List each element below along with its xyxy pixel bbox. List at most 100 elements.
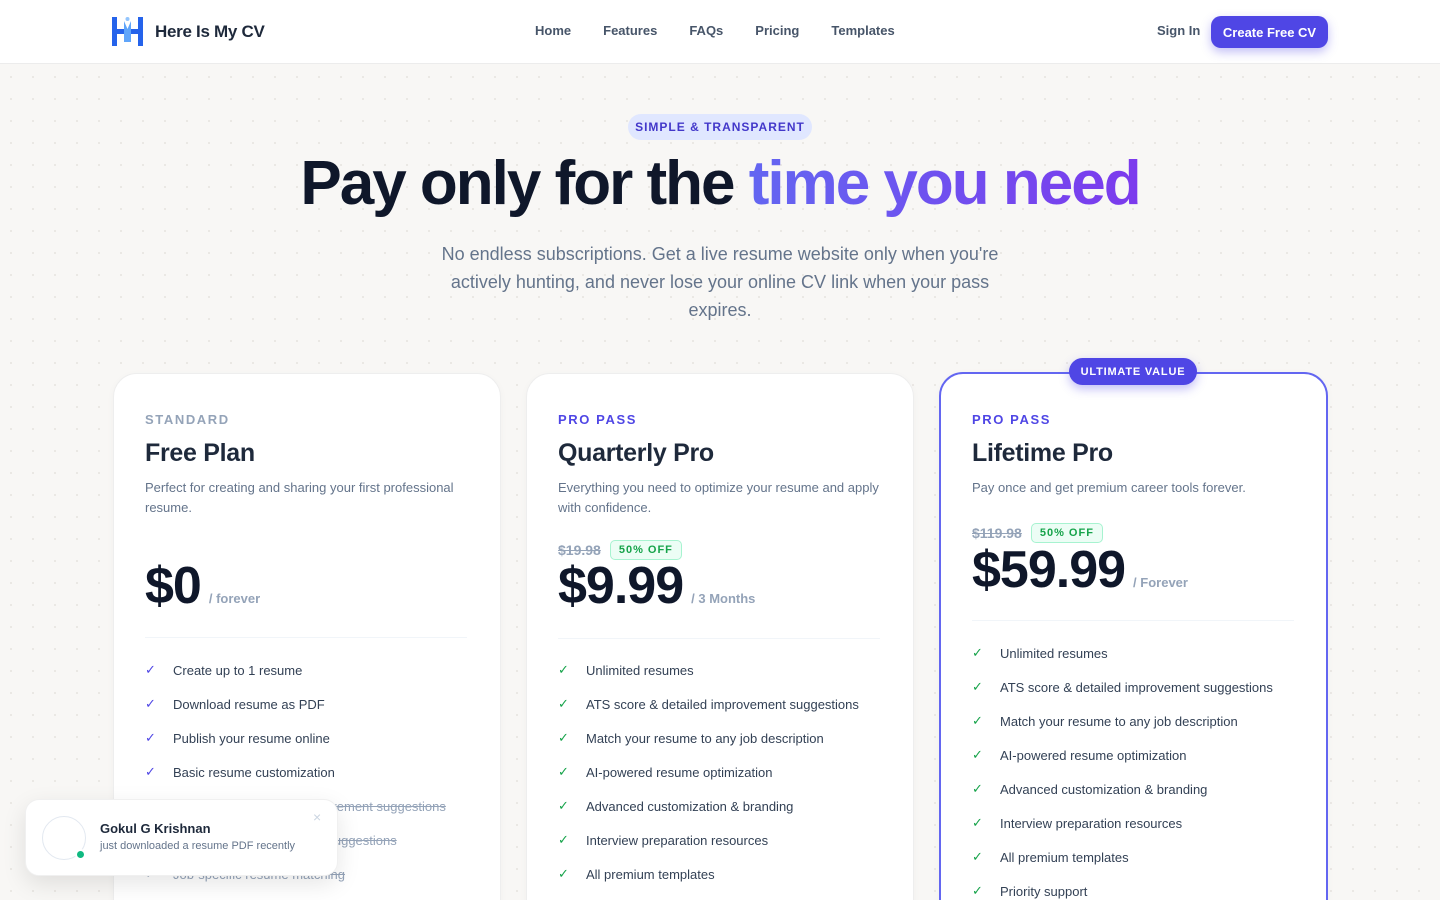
check-icon: ✓ bbox=[145, 662, 156, 677]
feature-text: Match your resume to any job description bbox=[1000, 713, 1238, 729]
feature-item: ✓ Interview preparation resources bbox=[558, 823, 859, 857]
section-pill: SIMPLE & TRANSPARENT bbox=[628, 114, 812, 140]
feature-item: ✓ Match your resume to any job descriptio… bbox=[972, 704, 1273, 738]
feature-list: ✓ Unlimited resumes ✓ ATS score & detailed… bbox=[558, 653, 859, 891]
feature-text: Download resume as PDF bbox=[173, 696, 325, 712]
nav-link-pricing[interactable]: Pricing bbox=[755, 23, 799, 38]
feature-text: ATS score & detailed improvement suggest… bbox=[586, 696, 859, 712]
feature-item: ✓ Advanced customization & branding bbox=[558, 789, 859, 823]
plan-price: $9.99 bbox=[558, 557, 684, 615]
hero-title-accent: time you need bbox=[748, 149, 1142, 218]
plan-period: / 3 Months bbox=[691, 591, 756, 606]
hero-title: Pay only for the time you need bbox=[0, 148, 1440, 219]
download-notification-toast: Gokul G Krishnan just downloaded a resum… bbox=[25, 799, 338, 876]
check-icon: ✓ bbox=[558, 764, 569, 779]
close-icon[interactable]: × bbox=[313, 809, 321, 825]
feature-text: Advanced customization & branding bbox=[586, 798, 794, 814]
feature-text: Interview preparation resources bbox=[1000, 815, 1183, 831]
plan-description: Perfect for creating and sharing your fi… bbox=[145, 480, 454, 515]
pricing-card-quarterly: PRO PASS Quarterly Pro Everything you ne… bbox=[526, 373, 914, 900]
nav-link-home[interactable]: Home bbox=[535, 23, 571, 38]
check-icon: ✓ bbox=[558, 866, 569, 881]
plan-tier: STANDARD bbox=[145, 412, 230, 427]
feature-item: ✓ Advanced customization & branding bbox=[972, 772, 1273, 806]
feature-text: Advanced customization & branding bbox=[1000, 781, 1208, 797]
feature-text: Basic resume customization bbox=[173, 764, 335, 780]
plan-name: Quarterly Pro bbox=[558, 439, 714, 467]
plan-description: Everything you need to optimize your res… bbox=[558, 480, 879, 515]
feature-item: ✓ Interview preparation resources bbox=[972, 806, 1273, 840]
hero-subtitle: No endless subscriptions. Get a live res… bbox=[441, 244, 999, 320]
brand-logo[interactable]: Here Is My CV bbox=[111, 15, 265, 48]
pricing-card-lifetime: PRO PASS Lifetime Pro Pay once and get p… bbox=[939, 372, 1328, 900]
feature-list: ✓ Unlimited resumes ✓ ATS score & detailed… bbox=[972, 636, 1273, 900]
feature-item: ✓ Unlimited resumes bbox=[972, 636, 1273, 670]
check-icon: ✓ bbox=[558, 696, 569, 711]
check-icon: ✓ bbox=[972, 815, 983, 830]
feature-item: ✓ Priority support bbox=[972, 874, 1273, 900]
price-row: $9.99 / 3 Months bbox=[558, 556, 755, 616]
online-status-icon bbox=[75, 849, 86, 860]
feature-item: ✓ AI-powered resume optimization bbox=[972, 738, 1273, 772]
feature-item: ✓ Unlimited resumes bbox=[558, 653, 859, 687]
feature-text: All premium templates bbox=[586, 866, 715, 882]
feature-text: Create up to 1 resume bbox=[173, 662, 303, 678]
price-row: $0 / forever bbox=[145, 556, 260, 616]
feature-text: Publish your resume online bbox=[173, 730, 330, 746]
sign-in-link[interactable]: Sign In bbox=[1157, 23, 1200, 38]
check-icon: ✓ bbox=[558, 798, 569, 813]
toast-user-name: Gokul G Krishnan bbox=[100, 821, 211, 836]
feature-item: ✓ Create up to 1 resume bbox=[145, 653, 446, 687]
create-free-cv-button[interactable]: Create Free CV bbox=[1211, 16, 1328, 48]
divider bbox=[972, 620, 1294, 621]
feature-item: ✓ ATS score & detailed improvement sugges… bbox=[972, 670, 1273, 704]
check-icon: ✓ bbox=[145, 730, 156, 745]
feature-text: AI-powered resume optimization bbox=[586, 764, 773, 780]
feature-item: ✓ Publish your resume online bbox=[145, 721, 446, 755]
feature-text: Unlimited resumes bbox=[586, 662, 694, 678]
check-icon: ✓ bbox=[972, 781, 983, 796]
price-row: $59.99 / Forever bbox=[972, 540, 1188, 600]
check-icon: ✓ bbox=[972, 747, 983, 762]
feature-item: ✓ AI-powered resume optimization bbox=[558, 755, 859, 789]
plan-description: Pay once and get premium career tools fo… bbox=[972, 480, 1246, 495]
plan-period: / Forever bbox=[1133, 575, 1188, 590]
plan-name: Free Plan bbox=[145, 439, 255, 467]
check-icon: ✓ bbox=[145, 696, 156, 711]
plan-tier: PRO PASS bbox=[972, 412, 1052, 427]
feature-text: AI-powered resume optimization bbox=[1000, 747, 1187, 763]
feature-item: ✓ Match your resume to any job descriptio… bbox=[558, 721, 859, 755]
check-icon: ✓ bbox=[972, 713, 983, 728]
plan-period: / forever bbox=[208, 591, 261, 606]
nav-link-features[interactable]: Features bbox=[603, 23, 657, 38]
feature-item: ✓ All premium templates bbox=[558, 857, 859, 891]
divider bbox=[558, 638, 880, 639]
top-nav: Here Is My CV Home Features FAQs Pricing… bbox=[0, 0, 1440, 64]
nav-link-templates[interactable]: Templates bbox=[831, 23, 894, 38]
main-nav: Home Features FAQs Pricing Templates bbox=[535, 23, 927, 38]
old-price: $119.98 bbox=[972, 525, 1022, 541]
ultimate-value-badge: ULTIMATE VALUE bbox=[1069, 358, 1197, 385]
check-icon: ✓ bbox=[145, 764, 156, 779]
feature-text: Match your resume to any job description bbox=[586, 730, 824, 746]
check-icon: ✓ bbox=[558, 832, 569, 847]
feature-item: ✓ ATS score & detailed improvement sugges… bbox=[558, 687, 859, 721]
plan-price: $59.99 bbox=[972, 541, 1126, 599]
feature-text: All premium templates bbox=[1000, 849, 1129, 865]
nav-link-faqs[interactable]: FAQs bbox=[689, 23, 723, 38]
check-icon: ✓ bbox=[972, 645, 983, 660]
check-icon: ✓ bbox=[972, 883, 983, 898]
feature-item: ✓ All premium templates bbox=[972, 840, 1273, 874]
divider bbox=[145, 637, 467, 638]
plan-name: Lifetime Pro bbox=[972, 439, 1113, 467]
plan-price: $0 bbox=[145, 557, 202, 615]
feature-text: Unlimited resumes bbox=[1000, 645, 1108, 661]
feature-item: ✓ Basic resume customization bbox=[145, 755, 446, 789]
check-icon: ✓ bbox=[972, 849, 983, 864]
feature-text: ATS score & detailed improvement suggest… bbox=[1000, 679, 1273, 695]
feature-text: Priority support bbox=[1000, 883, 1088, 899]
hero-title-plain: Pay only for the bbox=[300, 149, 749, 218]
check-icon: ✓ bbox=[558, 730, 569, 745]
brand-name: Here Is My CV bbox=[155, 21, 265, 41]
plan-tier: PRO PASS bbox=[558, 412, 638, 427]
